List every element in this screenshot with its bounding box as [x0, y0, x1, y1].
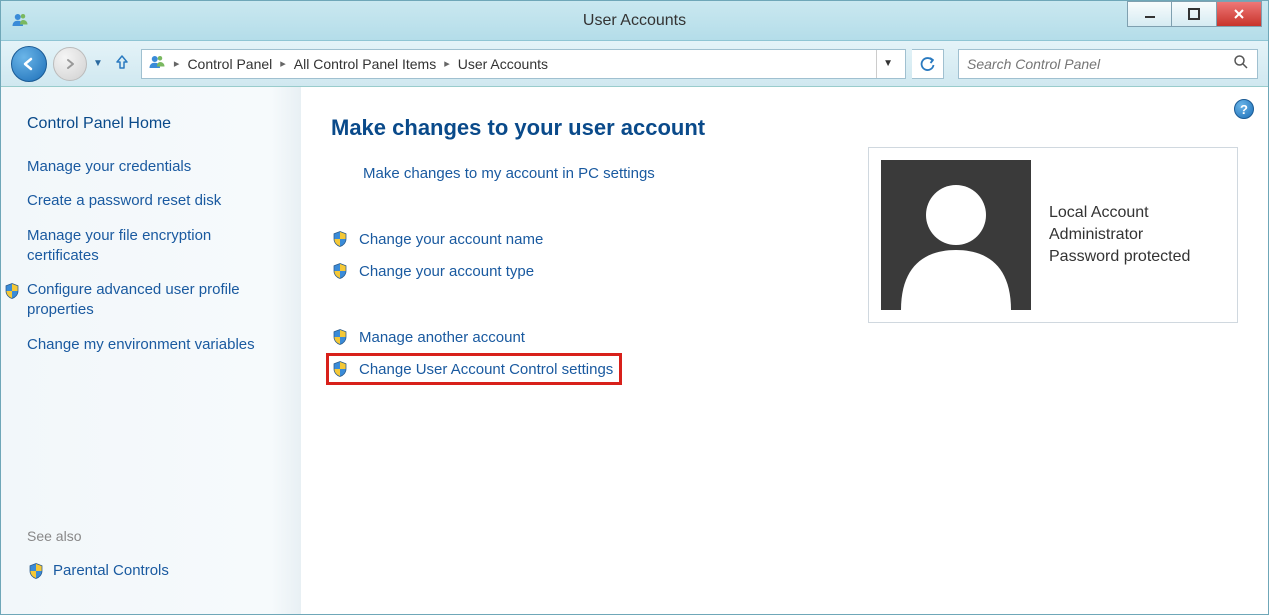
sidebar-item-label: Manage your credentials [27, 158, 191, 175]
close-button[interactable] [1217, 1, 1262, 27]
back-arrow-icon [20, 55, 38, 73]
sidebar-links: Manage your credentials Create a passwor… [27, 157, 283, 355]
sidebar-item-encryption-certs[interactable]: Manage your file encryption certificates [27, 226, 283, 267]
content-area: Control Panel Home Manage your credentia… [1, 87, 1268, 614]
sidebar-bottom: Parental Controls [27, 562, 169, 580]
breadcrumb-separator: ▸ [276, 57, 290, 70]
parental-controls-link[interactable]: Parental Controls [53, 562, 169, 579]
window-title: User Accounts [583, 12, 686, 30]
highlighted-row: Change User Account Control settings [326, 353, 622, 385]
sidebar-item-credentials[interactable]: Manage your credentials [27, 157, 283, 177]
navbar: ▼ ▸ Control Panel ▸ All Control Panel It… [1, 41, 1268, 87]
refresh-icon [920, 56, 936, 72]
account-pwd-label: Password protected [1049, 248, 1190, 266]
window-controls [1127, 1, 1262, 31]
up-button[interactable] [109, 53, 135, 74]
minimize-button[interactable] [1127, 1, 1172, 27]
manage-another-link[interactable]: Manage another account [359, 329, 525, 346]
breadcrumb-separator: ▸ [440, 57, 454, 70]
shield-icon [27, 562, 45, 580]
sidebar-item-label: Configure advanced user profile properti… [27, 281, 240, 318]
shield-icon [3, 281, 21, 301]
change-type-link[interactable]: Change your account type [359, 263, 534, 280]
avatar [881, 160, 1031, 310]
sidebar-item-label: Manage your file encryption certificates [27, 227, 211, 264]
maximize-button[interactable] [1172, 1, 1217, 27]
sidebar-item-label: Create a password reset disk [27, 192, 221, 209]
breadcrumb-item[interactable]: User Accounts [458, 56, 548, 72]
forward-arrow-icon [62, 56, 78, 72]
account-role-label: Administrator [1049, 226, 1190, 244]
shield-icon [331, 262, 349, 280]
shield-icon [331, 360, 349, 378]
window: User Accounts ▼ ▸ Control Panel [0, 0, 1269, 615]
list-item: Manage another account [331, 328, 1238, 346]
shield-icon [331, 230, 349, 248]
account-info: Local Account Administrator Password pro… [1049, 204, 1190, 266]
account-type-label: Local Account [1049, 204, 1190, 222]
breadcrumb-item[interactable]: Control Panel [187, 56, 272, 72]
sidebar-item-env-vars[interactable]: Change my environment variables [27, 335, 283, 355]
location-icon [148, 53, 166, 74]
breadcrumb-separator: ▸ [170, 57, 184, 70]
close-icon [1233, 8, 1245, 20]
address-bar[interactable]: ▸ Control Panel ▸ All Control Panel Item… [141, 49, 906, 79]
search-icon [1233, 54, 1249, 73]
page-heading: Make changes to your user account [331, 115, 1238, 141]
breadcrumb-item[interactable]: All Control Panel Items [294, 56, 436, 72]
back-button[interactable] [11, 46, 47, 82]
see-also-label: See also [27, 528, 81, 544]
address-dropdown[interactable]: ▼ [876, 50, 899, 78]
avatar-placeholder-icon [881, 160, 1031, 310]
change-name-link[interactable]: Change your account name [359, 231, 543, 248]
sidebar-item-label: Change my environment variables [27, 336, 255, 353]
pc-settings-link[interactable]: Make changes to my account in PC setting… [331, 165, 655, 182]
up-arrow-icon [113, 53, 131, 71]
help-button[interactable]: ? [1234, 99, 1254, 119]
account-card: Local Account Administrator Password pro… [868, 147, 1238, 323]
main-panel: ? Make changes to your user account Make… [301, 87, 1268, 614]
sidebar-item-profile-props[interactable]: Configure advanced user profile properti… [27, 280, 283, 321]
titlebar: User Accounts [1, 1, 1268, 41]
list-item: Change User Account Control settings [331, 360, 1238, 378]
maximize-icon [1188, 8, 1200, 20]
search-box[interactable] [958, 49, 1258, 79]
control-panel-home-link[interactable]: Control Panel Home [27, 115, 283, 133]
change-uac-link[interactable]: Change User Account Control settings [359, 361, 613, 378]
shield-icon [331, 328, 349, 346]
refresh-button[interactable] [912, 49, 944, 79]
forward-button[interactable] [53, 47, 87, 81]
search-input[interactable] [967, 56, 1233, 72]
sidebar: Control Panel Home Manage your credentia… [1, 87, 301, 614]
minimize-icon [1144, 8, 1156, 20]
history-dropdown[interactable]: ▼ [93, 58, 103, 69]
sidebar-item-password-reset[interactable]: Create a password reset disk [27, 191, 283, 211]
user-accounts-icon [11, 11, 31, 31]
